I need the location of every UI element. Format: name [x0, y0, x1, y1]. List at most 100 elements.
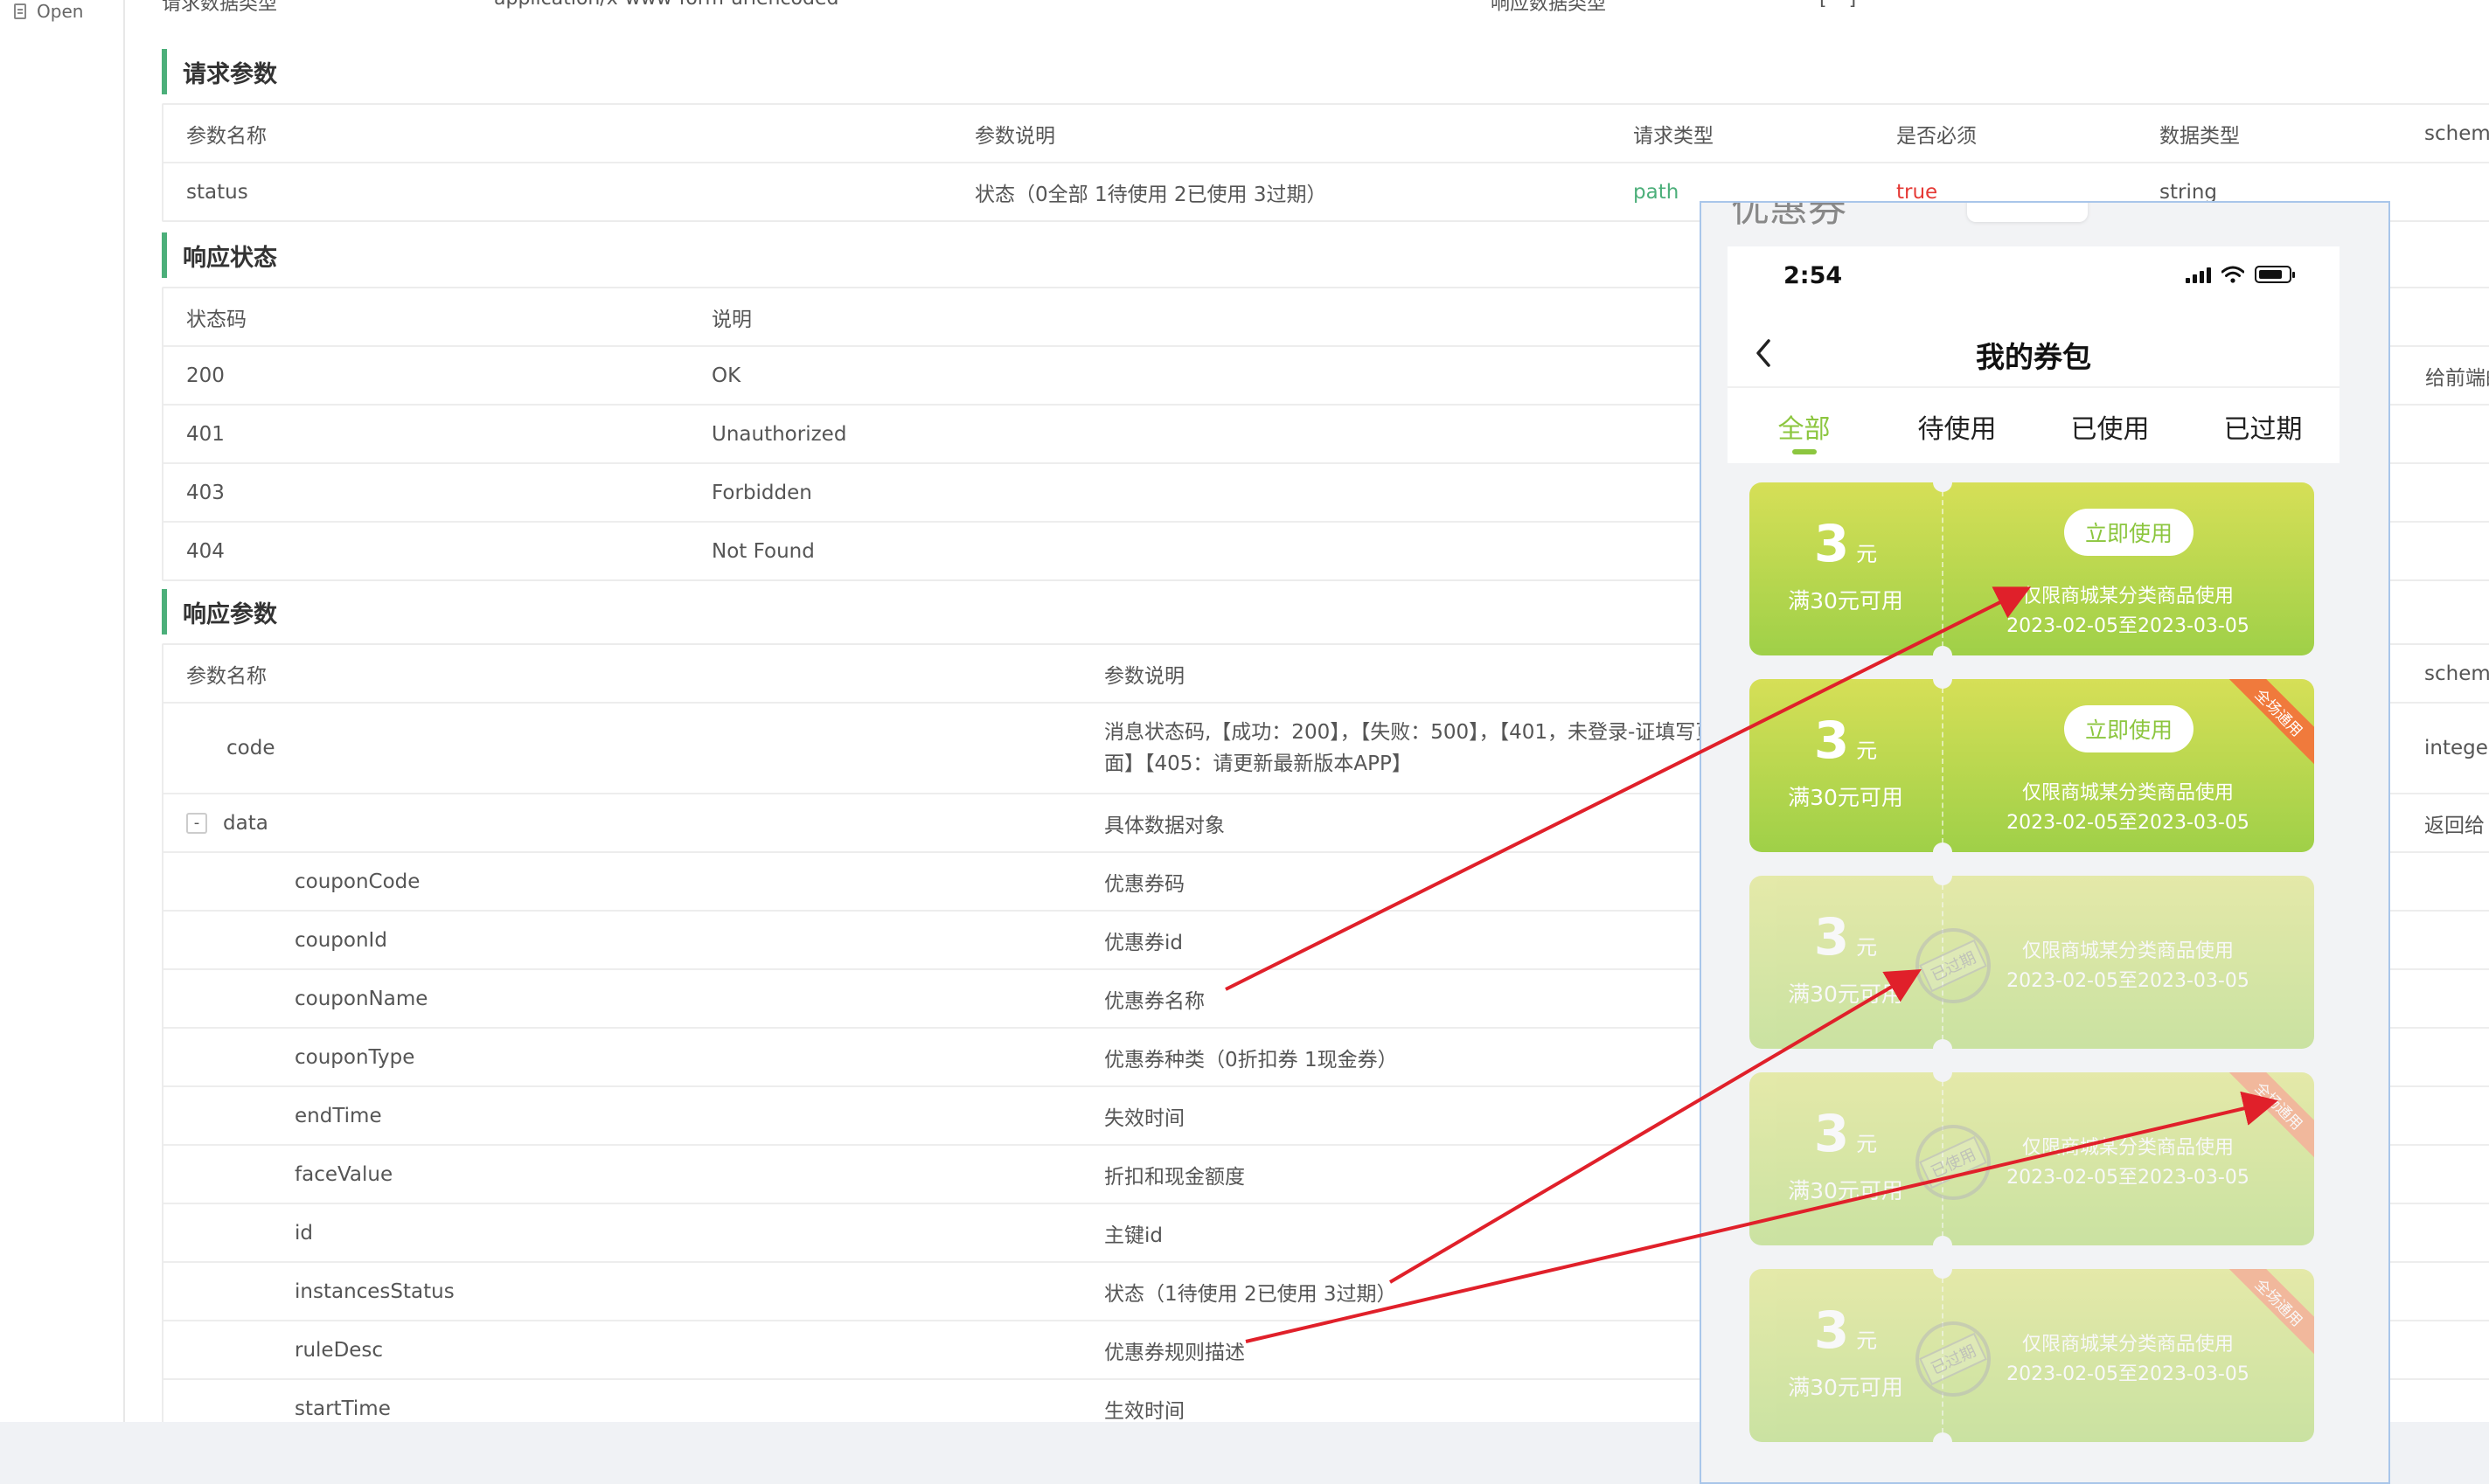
param-desc: 优惠券id	[1104, 931, 1183, 954]
sidebar-item-open[interactable]: Open	[14, 0, 83, 23]
coupon-card[interactable]: 3元 满30元可用 立即使用 仅限商城某分类商品使用 2023-02-05至20…	[1749, 482, 2314, 655]
col-header-type: 数据类型	[2159, 124, 2240, 148]
param-name: couponName	[295, 987, 428, 1010]
param-desc: 状态（0全部 1待使用 2已使用 3过期）	[975, 183, 1327, 206]
param-schema: integer	[2424, 737, 2489, 759]
coupon-card: 全场通用 3元 满30元可用 已过期 仅限商城某分类商品使用 2023-02-0…	[1749, 1269, 2314, 1442]
coupon-condition: 满30元可用	[1788, 1178, 1903, 1203]
coupon-card: 3元 满30元可用 已过期 仅限商城某分类商品使用 2023-02-05至202…	[1749, 876, 2314, 1049]
section-title-response-status: 响应状态	[162, 232, 277, 278]
section-title-request-params: 请求参数	[162, 49, 277, 94]
wifi-icon	[2221, 266, 2244, 283]
coupon-amount: 3元	[1813, 1300, 1878, 1360]
status-code: 200	[186, 364, 225, 387]
param-desc: 优惠券规则描述	[1104, 1341, 1245, 1364]
status-side-text: 给前端的对	[2425, 366, 2489, 390]
tab-expired[interactable]: 已过期	[2187, 388, 2340, 465]
param-name: ruleDesc	[295, 1338, 384, 1362]
coupon-desc: 仅限商城某分类商品使用	[2021, 782, 2234, 804]
status-time: 2:54	[1783, 262, 1843, 289]
coupon-dates: 2023-02-05至2023-03-05	[2006, 1363, 2249, 1385]
status-desc: OK	[712, 364, 741, 387]
coupon-dates: 2023-02-05至2023-03-05	[2006, 1167, 2249, 1189]
phone-top-chip	[1967, 203, 2088, 222]
signal-icon	[2186, 267, 2211, 283]
table-header-row: 参数名称 参数说明 请求类型 是否必须 数据类型 schema	[163, 105, 2489, 163]
col-header-desc: 说明	[712, 308, 752, 331]
param-name: faceValue	[295, 1162, 393, 1186]
param-desc: 折扣和现金额度	[1104, 1165, 1245, 1189]
param-desc: 优惠券名称	[1104, 989, 1205, 1013]
response-content-type-label: 响应数据类型	[1491, 0, 1607, 15]
phone-header: 2:54 我的券包 全部 待使用 已使用 已过期	[1728, 246, 2340, 463]
battery-icon	[2255, 266, 2295, 283]
use-now-button[interactable]: 立即使用	[2064, 705, 2194, 752]
coupon-amount: 3元	[1813, 1104, 1878, 1163]
param-name: couponType	[295, 1045, 415, 1069]
col-header-name: 参数名称	[186, 124, 267, 148]
status-desc: Unauthorized	[712, 422, 847, 446]
col-header-desc: 参数说明	[975, 124, 1055, 148]
param-name-cell: - data	[186, 794, 268, 851]
coupon-desc: 仅限商城某分类商品使用	[2021, 1334, 2234, 1356]
coupon-dates: 2023-02-05至2023-03-05	[2006, 970, 2249, 992]
coupon-card[interactable]: 全场通用 3元 满30元可用 立即使用 仅限商城某分类商品使用 2023-02-…	[1749, 679, 2314, 852]
coupon-condition: 满30元可用	[1788, 785, 1903, 810]
status-code: 403	[186, 481, 225, 504]
corner-badge: 全场通用	[2224, 679, 2314, 767]
param-name: endTime	[295, 1104, 382, 1127]
coupon-amount: 3元	[1813, 711, 1878, 770]
coupon-desc: 仅限商城某分类商品使用	[2021, 586, 2234, 607]
tab-all[interactable]: 全部	[1728, 388, 1881, 465]
tab-unused[interactable]: 待使用	[1881, 388, 2034, 465]
page-title: 我的券包	[1976, 340, 2091, 374]
coupon-desc: 仅限商城某分类商品使用	[2021, 940, 2234, 962]
param-desc: 生效时间	[1104, 1399, 1185, 1423]
phone-top-label: 优惠券	[1731, 201, 1846, 231]
param-desc: 主键id	[1104, 1224, 1163, 1247]
param-name: code	[226, 737, 275, 759]
param-desc: 失效时间	[1104, 1106, 1185, 1130]
status-desc: Not Found	[712, 539, 815, 563]
col-header-schema: schema	[2424, 662, 2489, 685]
col-header-in: 请求类型	[1633, 124, 1714, 148]
collapse-toggle[interactable]: -	[186, 812, 207, 834]
document-icon	[14, 3, 26, 19]
coupon-dates: 2023-02-05至2023-03-05	[2006, 812, 2249, 834]
coupon-card: 全场通用 3元 满30元可用 已使用 仅限商城某分类商品使用 2023-02-0…	[1749, 1072, 2314, 1245]
status-code: 401	[186, 422, 225, 446]
param-desc: 具体数据对象	[1104, 814, 1225, 837]
col-header-required: 是否必须	[1896, 124, 1977, 148]
coupon-condition: 满30元可用	[1788, 588, 1903, 614]
col-header-desc: 参数说明	[1104, 664, 1185, 688]
phone-preview: 优惠券 2:54 我的券包 全部 待使用 已使用 已过期 3 元 满30元可用 …	[1700, 201, 2390, 1484]
coupon-amount: 3元	[1813, 907, 1878, 967]
param-name: id	[295, 1221, 313, 1245]
param-name: instancesStatus	[295, 1279, 455, 1303]
param-desc: 优惠券种类（0折扣券 1现金券）	[1104, 1048, 1398, 1071]
col-header-code: 状态码	[186, 308, 247, 331]
request-content-type-value: application/x-www-form-urlencoded	[494, 0, 838, 12]
coupon-dates: 2023-02-05至2023-03-05	[2006, 615, 2249, 637]
coupon-condition: 满30元可用	[1788, 981, 1903, 1007]
request-content-type-label: 请求数据类型	[162, 0, 278, 15]
status-desc: Forbidden	[712, 481, 812, 504]
param-desc: 优惠券码	[1104, 872, 1185, 896]
param-desc: 状态（1待使用 2已使用 3过期）	[1104, 1282, 1397, 1306]
use-now-button[interactable]: 立即使用	[2064, 509, 2194, 556]
sidebar-item-label: Open	[37, 1, 84, 22]
sidebar: Open	[0, 0, 125, 1422]
coupon-desc: 仅限商城某分类商品使用	[2021, 1137, 2234, 1159]
response-content-type-value: [ * ]	[1819, 0, 1856, 12]
col-header-schema: schema	[2424, 121, 2489, 145]
param-name: startTime	[295, 1397, 391, 1420]
param-name: couponId	[295, 928, 387, 952]
coupon-amount: 3元	[1813, 514, 1878, 573]
param-in: path	[1633, 180, 1679, 204]
section-title-response-params: 响应参数	[162, 589, 277, 635]
tab-used[interactable]: 已使用	[2034, 388, 2187, 465]
col-header-name: 参数名称	[186, 664, 267, 688]
param-desc: 消息状态码,【成功：200】，【失败：500】，【401，未登录-证填写页面】【…	[1104, 721, 1716, 775]
coupon-condition: 满30元可用	[1788, 1375, 1903, 1400]
coupon-tabs: 全部 待使用 已使用 已过期	[1728, 386, 2340, 465]
